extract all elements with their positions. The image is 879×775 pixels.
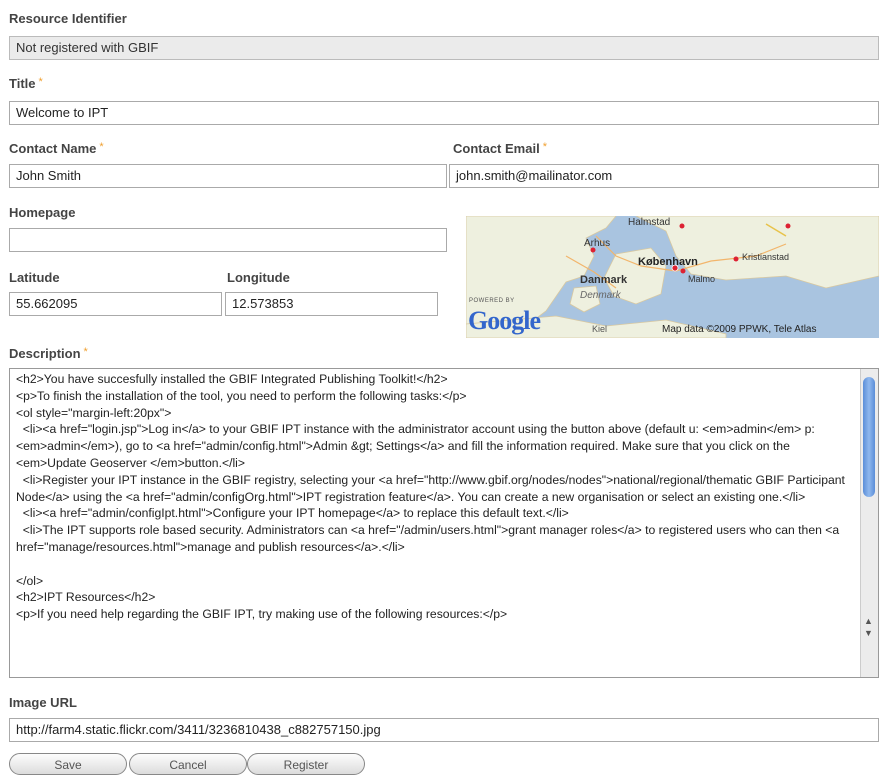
map-label-kobenhavn: København [638,256,698,268]
description-label-text: Description [9,346,81,361]
description-textarea[interactable]: <h2>You have succesfully installed the G… [9,368,879,678]
latitude-input[interactable]: 55.662095 [9,292,222,316]
resource-identifier-label-text: Resource Identifier [9,11,127,26]
longitude-input[interactable]: 12.573853 [225,292,438,316]
google-logo: Google [468,306,541,335]
scroll-down-arrow-icon[interactable]: ▼ [864,628,873,638]
map-label-kiel: Kiel [592,324,608,334]
cancel-button[interactable]: Cancel [129,753,247,775]
map-label-denmark: Denmark [580,290,621,301]
required-mark: * [38,76,43,88]
save-button[interactable]: Save [9,753,127,775]
contact-email-label: Contact Email * [453,141,547,156]
longitude-label: Longitude [227,270,290,285]
map-label-arhus: Arhus [584,238,611,249]
location-map[interactable]: Halmstad Arhus København Kristianstad Da… [466,216,879,338]
required-mark: * [83,346,88,358]
description-text: <h2>You have succesfully installed the G… [16,372,845,622]
description-scrollbar[interactable]: ▲ ▼ [860,369,878,677]
contact-name-input[interactable]: John Smith [9,164,447,188]
contact-name-label: Contact Name * [9,141,104,156]
map-label-kristianstad: Kristianstad [742,252,790,262]
title-input[interactable]: Welcome to IPT [9,101,879,125]
homepage-label: Homepage [9,205,76,220]
latitude-label: Latitude [9,270,60,285]
image-url-label: Image URL [9,695,77,710]
description-label: Description * [9,346,88,361]
title-label-text: Title [9,76,36,91]
resource-identifier-label: Resource Identifier [9,11,127,26]
scroll-up-arrow-icon[interactable]: ▲ [864,616,873,626]
homepage-input[interactable] [9,228,447,252]
register-button[interactable]: Register [247,753,365,775]
map-powered-by: POWERED BY [469,298,515,304]
map-label-halmstad: Halmstad [628,217,671,228]
image-url-input[interactable]: http://farm4.static.flickr.com/3411/3236… [9,718,879,742]
required-mark: * [99,141,104,153]
contact-email-label-text: Contact Email [453,141,540,156]
title-label: Title * [9,76,43,91]
resource-identifier-field: Not registered with GBIF [9,36,879,60]
map-label-malmo: Malmo [688,274,716,284]
contact-email-input[interactable]: john.smith@mailinator.com [449,164,879,188]
map-label-danmark: Danmark [580,274,628,286]
map-attribution: Map data ©2009 PPWK, Tele Atlas [662,324,817,335]
required-mark: * [542,141,547,153]
contact-name-label-text: Contact Name [9,141,97,156]
scrollbar-thumb[interactable] [863,377,875,497]
